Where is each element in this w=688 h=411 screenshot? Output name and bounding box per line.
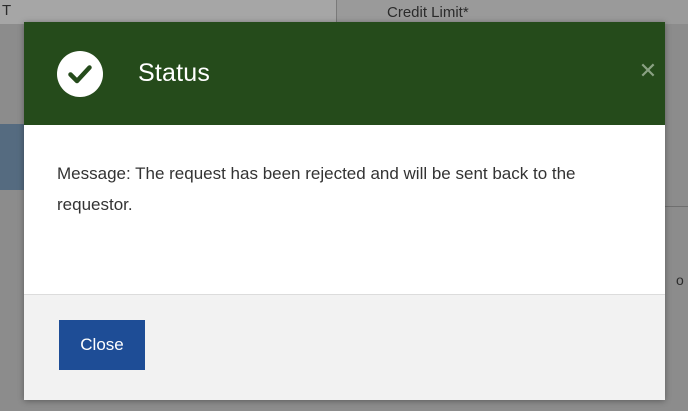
credit-limit-label: Credit Limit* [387, 4, 469, 21]
modal-header: Status ✕ [24, 22, 665, 125]
background-divider [665, 206, 688, 207]
status-message: Message: The request has been rejected a… [57, 164, 576, 214]
status-modal: Status ✕ Message: The request has been r… [24, 22, 665, 400]
check-circle-icon [57, 51, 103, 97]
background-right-text: o [676, 272, 684, 288]
modal-title: Status [138, 59, 211, 87]
modal-footer: Close [24, 294, 665, 400]
modal-body: Message: The request has been rejected a… [24, 125, 665, 295]
close-icon[interactable]: ✕ [636, 59, 660, 83]
background-blue-block [0, 124, 24, 190]
background-left-label: T [2, 2, 12, 19]
close-button[interactable]: Close [59, 320, 145, 370]
page: T Credit Limit* o Status ✕ Message: The … [0, 0, 688, 411]
background-left-panel: T [0, 0, 337, 24]
